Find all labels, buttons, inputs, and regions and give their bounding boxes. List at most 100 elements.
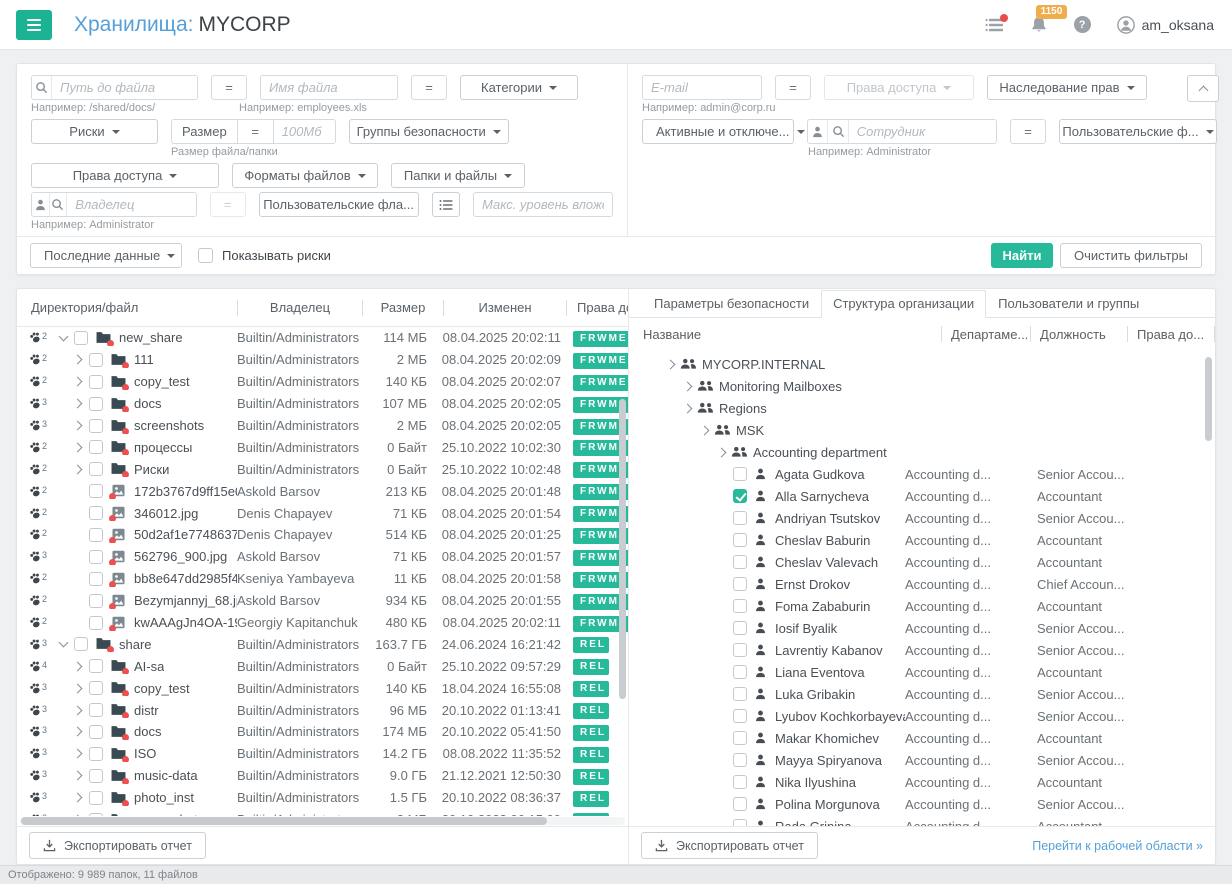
- column-access-rights[interactable]: Права до...: [1128, 327, 1214, 342]
- expand-chevron-icon[interactable]: [70, 374, 87, 390]
- group-row[interactable]: Accounting department: [629, 441, 1215, 463]
- row-checkbox[interactable]: [89, 550, 103, 564]
- row-checkbox[interactable]: [89, 747, 103, 761]
- user-checkbox[interactable]: [733, 797, 747, 811]
- row-checkbox[interactable]: [89, 681, 103, 695]
- user-row[interactable]: Ernst Drokov Accounting d... Chief Accou…: [629, 573, 1215, 595]
- group-row[interactable]: MYCORP.INTERNAL: [629, 353, 1215, 375]
- size-operator-select[interactable]: =: [238, 119, 274, 144]
- max-depth-input[interactable]: [473, 192, 613, 217]
- workspace-link[interactable]: Перейти к рабочей области »: [1032, 839, 1203, 853]
- column-department[interactable]: Департаме...: [942, 327, 1030, 342]
- path-operator-select[interactable]: =: [211, 75, 247, 100]
- expand-chevron-icon[interactable]: [70, 768, 87, 784]
- user-row[interactable]: Iosif Byalik Accounting d... Senior Acco…: [629, 617, 1215, 639]
- email-operator-select[interactable]: =: [775, 75, 811, 100]
- table-row[interactable]: 3: [17, 393, 628, 415]
- expand-chevron-icon[interactable]: [55, 636, 72, 652]
- expand-chevron-icon[interactable]: [697, 422, 714, 438]
- expand-chevron-icon[interactable]: [55, 330, 72, 346]
- table-row[interactable]: 3: [17, 765, 628, 787]
- search-icon[interactable]: [32, 76, 52, 99]
- expand-chevron-icon[interactable]: [680, 378, 697, 394]
- row-checkbox[interactable]: [89, 440, 103, 454]
- user-row[interactable]: Liana Eventova Accounting d... Accountan…: [629, 661, 1215, 683]
- scrollbar-thumb[interactable]: [21, 817, 547, 825]
- row-checkbox[interactable]: [89, 813, 103, 816]
- row-checkbox[interactable]: [89, 528, 103, 542]
- user-row[interactable]: Rada Grinina Accounting d... Accountant: [629, 815, 1215, 826]
- table-row[interactable]: 2: [17, 458, 628, 480]
- rights-badge[interactable]: REL: [573, 681, 609, 697]
- table-row[interactable]: 2: [17, 480, 628, 502]
- table-row[interactable]: 4: [17, 655, 628, 677]
- rights-badge[interactable]: REL: [573, 659, 609, 675]
- table-row[interactable]: 2: [17, 612, 628, 634]
- expand-chevron-icon[interactable]: [70, 396, 87, 412]
- employee-operator-select[interactable]: =: [1010, 119, 1046, 144]
- table-row[interactable]: 2: [17, 349, 628, 371]
- vertical-scrollbar[interactable]: [1205, 353, 1212, 818]
- group-row[interactable]: Monitoring Mailboxes: [629, 375, 1215, 397]
- search-button[interactable]: Найти: [991, 243, 1053, 268]
- user-checkbox[interactable]: [733, 687, 747, 701]
- expand-chevron-icon[interactable]: [70, 680, 87, 696]
- tab[interactable]: Параметры безопасности: [642, 290, 821, 318]
- table-row[interactable]: 2: [17, 327, 628, 349]
- expand-chevron-icon[interactable]: [70, 658, 87, 674]
- table-row[interactable]: 3: [17, 546, 628, 568]
- user-row[interactable]: Polina Morgunova Accounting d... Senior …: [629, 793, 1215, 815]
- rights-badge[interactable]: REL: [573, 791, 609, 807]
- column-modified[interactable]: Изменен: [444, 300, 566, 315]
- column-position[interactable]: Должность: [1031, 327, 1127, 342]
- group-row[interactable]: MSK: [629, 419, 1215, 441]
- user-checkbox[interactable]: [733, 709, 747, 723]
- row-checkbox[interactable]: [89, 484, 103, 498]
- access-rights-button[interactable]: Права доступа: [31, 163, 219, 188]
- notifications-bell-icon[interactable]: 1150: [1030, 16, 1048, 33]
- column-name[interactable]: Название: [643, 327, 941, 342]
- employee-input[interactable]: [849, 120, 996, 143]
- table-row[interactable]: 3: [17, 787, 628, 809]
- table-row[interactable]: 3: [17, 677, 628, 699]
- user-row[interactable]: Lavrentiy Kabanov Accounting d... Senior…: [629, 639, 1215, 661]
- column-owner[interactable]: Владелец: [238, 300, 362, 315]
- tab[interactable]: Пользователи и группы: [986, 290, 1151, 318]
- expand-chevron-icon[interactable]: [70, 439, 87, 455]
- table-row[interactable]: 2: [17, 568, 628, 590]
- table-row[interactable]: 3: [17, 721, 628, 743]
- size-input[interactable]: [274, 119, 336, 144]
- owner-user-icon[interactable]: [32, 193, 50, 216]
- user-row[interactable]: Agata Gudkova Accounting d... Senior Acc…: [629, 463, 1215, 485]
- row-checkbox[interactable]: [89, 769, 103, 783]
- rights-badge[interactable]: REL: [573, 703, 609, 719]
- row-checkbox[interactable]: [74, 331, 88, 345]
- expand-chevron-icon[interactable]: [70, 812, 87, 816]
- expand-chevron-icon[interactable]: [663, 356, 680, 372]
- table-row[interactable]: 3: [17, 633, 628, 655]
- expand-chevron-icon[interactable]: [714, 444, 731, 460]
- expand-chevron-icon[interactable]: [70, 461, 87, 477]
- security-groups-button[interactable]: Группы безопасности: [349, 119, 509, 144]
- table-row[interactable]: 3: [17, 699, 628, 721]
- user-checkbox[interactable]: [733, 753, 747, 767]
- user-checkbox[interactable]: [733, 467, 747, 481]
- menu-button[interactable]: [16, 10, 52, 40]
- rights-badge[interactable]: REL: [573, 769, 609, 785]
- employee-flags-button[interactable]: Пользовательские ф...: [1059, 119, 1217, 144]
- filename-input[interactable]: [260, 75, 398, 100]
- user-checkbox[interactable]: [733, 621, 747, 635]
- table-row[interactable]: 3: [17, 415, 628, 437]
- user-row[interactable]: Alla Sarnycheva Accounting d... Accounta…: [629, 485, 1215, 507]
- user-flags-button[interactable]: Пользовательские фла...: [259, 192, 419, 217]
- table-row[interactable]: 2: [17, 436, 628, 458]
- collapse-filters-button[interactable]: [1187, 75, 1219, 102]
- employee-user-icon[interactable]: [808, 120, 828, 143]
- show-risks-checkbox[interactable]: [198, 248, 213, 263]
- table-row[interactable]: 2: [17, 524, 628, 546]
- user-row[interactable]: Mayya Spiryanova Accounting d... Senior …: [629, 749, 1215, 771]
- table-row[interactable]: 3: [17, 809, 628, 816]
- user-checkbox[interactable]: [733, 643, 747, 657]
- export-report-button[interactable]: Экспортировать отчет: [641, 832, 818, 859]
- user-checkbox[interactable]: [733, 731, 747, 745]
